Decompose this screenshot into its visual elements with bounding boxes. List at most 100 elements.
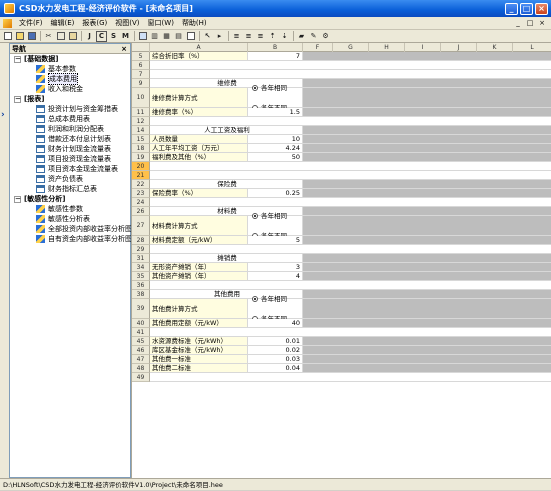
row-number[interactable]: 35 bbox=[132, 272, 150, 281]
table-icon[interactable] bbox=[137, 31, 148, 42]
radio-button-icon[interactable] bbox=[252, 84, 258, 91]
new-icon[interactable] bbox=[2, 31, 13, 42]
spreadsheet[interactable]: ABFGHIJKL 5综合折旧率（%）7679维修费10维修费计算方式各年相同各… bbox=[131, 43, 551, 478]
section-heading[interactable]: 人工工资及福利 bbox=[150, 126, 303, 135]
cell-label[interactable]: 材料费定额（元/kW） bbox=[150, 236, 248, 245]
nav-item[interactable]: 敏感性分析表 bbox=[10, 214, 130, 224]
radio-group[interactable]: 各年相同各年不同 bbox=[248, 84, 303, 112]
cell-label[interactable] bbox=[150, 198, 551, 207]
row-number[interactable]: 9 bbox=[132, 79, 150, 88]
cell-empty[interactable] bbox=[303, 135, 551, 144]
row-number[interactable]: 19 bbox=[132, 153, 150, 162]
row-number[interactable]: 31 bbox=[132, 254, 150, 263]
nav-item[interactable]: 项目资本金现金流量表 bbox=[10, 164, 130, 174]
row-number[interactable]: 39 bbox=[132, 299, 150, 319]
radio-group[interactable]: 各年相同各年不同 bbox=[248, 295, 303, 323]
nav-close-icon[interactable]: × bbox=[121, 44, 127, 54]
book-icon[interactable]: ▰ bbox=[296, 31, 307, 42]
row-number[interactable]: 28 bbox=[132, 236, 150, 245]
collapse-toggle-icon[interactable]: － bbox=[14, 95, 21, 103]
cell-empty[interactable] bbox=[303, 88, 551, 108]
cell-value[interactable]: 5 bbox=[248, 236, 303, 245]
paste-icon[interactable] bbox=[67, 31, 78, 42]
cell-empty[interactable] bbox=[303, 364, 551, 373]
cell-label[interactable] bbox=[150, 328, 551, 337]
cell-value[interactable]: 10 bbox=[248, 135, 303, 144]
radio-option[interactable]: 各年相同 bbox=[252, 206, 300, 226]
corner-cell[interactable] bbox=[132, 43, 150, 52]
cell-label[interactable]: 维修费计算方式 bbox=[150, 88, 248, 108]
column-header-cell[interactable]: I bbox=[405, 43, 441, 52]
cell-label[interactable] bbox=[150, 117, 551, 126]
row-number[interactable]: 41 bbox=[132, 328, 150, 337]
cell-label[interactable]: 其他费计算方式 bbox=[150, 299, 248, 319]
cell-label[interactable] bbox=[150, 373, 551, 382]
row-number[interactable]: 7 bbox=[132, 70, 150, 79]
cell-value[interactable]: 40 bbox=[248, 319, 303, 328]
cell-value[interactable]: 0.04 bbox=[248, 364, 303, 373]
row-number[interactable]: 15 bbox=[132, 135, 150, 144]
cell-label[interactable]: 福利费及其他（%） bbox=[150, 153, 248, 162]
radio-button-icon[interactable] bbox=[252, 295, 258, 302]
cell-empty[interactable] bbox=[303, 263, 551, 272]
cell-empty[interactable] bbox=[303, 254, 551, 263]
cell-label[interactable]: 保险费率（%） bbox=[150, 189, 248, 198]
menu-file[interactable]: 文件(F) bbox=[15, 18, 47, 28]
cell-empty[interactable] bbox=[303, 216, 551, 236]
row-number[interactable]: 5 bbox=[132, 52, 150, 61]
nav-group[interactable]: － [基础数据] bbox=[10, 54, 130, 64]
cell-label[interactable]: 其他费二标准 bbox=[150, 364, 248, 373]
nav-item[interactable]: 成本费用 bbox=[10, 73, 130, 85]
cell-value[interactable]: 7 bbox=[248, 52, 303, 61]
right-align-icon[interactable]: ≡ bbox=[255, 31, 266, 42]
toolbar-s-button[interactable]: S bbox=[108, 31, 119, 42]
cell-label[interactable]: 无形资产摊销（年） bbox=[150, 263, 248, 272]
row-number[interactable]: 27 bbox=[132, 216, 150, 236]
cell-empty[interactable] bbox=[303, 180, 551, 189]
cell-label[interactable]: 综合折旧率（%） bbox=[150, 52, 248, 61]
menu-window[interactable]: 窗口(W) bbox=[144, 18, 178, 28]
cell-empty[interactable] bbox=[303, 52, 551, 61]
column-header-cell[interactable]: F bbox=[303, 43, 333, 52]
nav-group[interactable]: － [敏感性分析] bbox=[10, 194, 130, 204]
cell-label[interactable]: 其他费一标准 bbox=[150, 355, 248, 364]
cell-label[interactable] bbox=[150, 162, 551, 171]
cell-value[interactable]: 4 bbox=[248, 272, 303, 281]
row-number[interactable]: 46 bbox=[132, 346, 150, 355]
export-icon[interactable]: ▸ bbox=[214, 31, 225, 42]
cell-value[interactable]: 4.24 bbox=[248, 144, 303, 153]
cell-empty[interactable] bbox=[303, 272, 551, 281]
cell-value[interactable]: 0.03 bbox=[248, 355, 303, 364]
radio-option[interactable]: 各年相同 bbox=[252, 289, 300, 309]
cell-empty[interactable] bbox=[303, 319, 551, 328]
row-number[interactable]: 21 bbox=[132, 171, 150, 180]
menu-help[interactable]: 帮助(H) bbox=[178, 18, 211, 28]
cell-empty[interactable] bbox=[303, 153, 551, 162]
report-icon[interactable] bbox=[185, 31, 196, 42]
cursor-icon[interactable]: ↖ bbox=[202, 31, 213, 42]
cell-empty[interactable] bbox=[303, 108, 551, 117]
mdi-restore-button[interactable]: □ bbox=[525, 19, 535, 28]
calc-icon[interactable]: ▤ bbox=[173, 31, 184, 42]
cell-empty[interactable] bbox=[303, 79, 551, 88]
mdi-minimize-button[interactable]: _ bbox=[513, 19, 523, 28]
row-number[interactable]: 12 bbox=[132, 117, 150, 126]
cell-empty[interactable] bbox=[303, 337, 551, 346]
row-number[interactable]: 36 bbox=[132, 281, 150, 290]
expand-arrow-icon[interactable]: › bbox=[1, 110, 5, 120]
cell-value[interactable]: 0.02 bbox=[248, 346, 303, 355]
row-number[interactable]: 6 bbox=[132, 61, 150, 70]
decrease-icon[interactable]: ⇣ bbox=[279, 31, 290, 42]
row-number[interactable]: 26 bbox=[132, 207, 150, 216]
open-icon[interactable] bbox=[14, 31, 25, 42]
nav-group[interactable]: － [报表] bbox=[10, 94, 130, 104]
row-number[interactable]: 23 bbox=[132, 189, 150, 198]
settings-icon[interactable]: ⚙ bbox=[320, 31, 331, 42]
menu-view[interactable]: 视图(V) bbox=[111, 18, 143, 28]
toolbar-j-button[interactable]: J bbox=[84, 31, 95, 42]
center-align-icon[interactable]: ≡ bbox=[243, 31, 254, 42]
copy-icon[interactable] bbox=[55, 31, 66, 42]
row-number[interactable]: 45 bbox=[132, 337, 150, 346]
section-heading[interactable]: 摊销费 bbox=[150, 254, 303, 263]
nav-item[interactable]: 总成本费用表 bbox=[10, 114, 130, 124]
